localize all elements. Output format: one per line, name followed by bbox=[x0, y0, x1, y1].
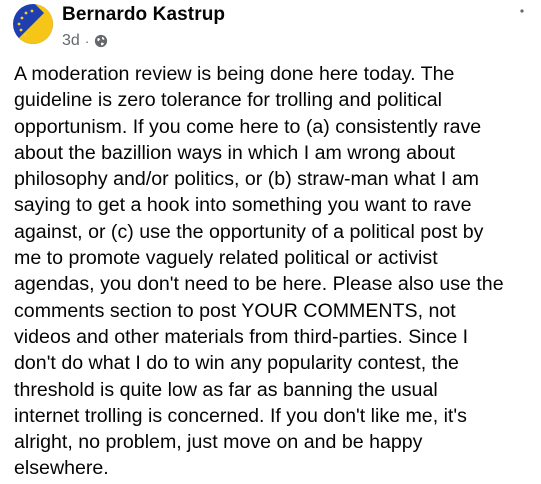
meta-separator: · bbox=[84, 33, 90, 49]
post-text-line: against, or (c) use the opportunity of a… bbox=[14, 220, 484, 243]
post-text: A moderation review is being done here t… bbox=[14, 61, 534, 482]
more-options-icon[interactable] bbox=[515, 4, 529, 18]
post-text-line: agendas, you don't need to be here. Plea… bbox=[14, 273, 504, 296]
post-text-line: threshold is quite low as far as banning… bbox=[14, 378, 438, 401]
post-timestamp[interactable]: 3d bbox=[62, 32, 80, 50]
post-text-line: videos and other materials from third-pa… bbox=[14, 325, 469, 348]
post-text-line: saying to get a hook into something you … bbox=[14, 194, 472, 217]
post-meta: 3d · bbox=[62, 32, 108, 50]
post-text-line: me to promote vaguely related political … bbox=[14, 247, 438, 270]
globe-icon bbox=[94, 34, 108, 48]
post-text-line: about the bazillion ways in which I am w… bbox=[14, 141, 456, 164]
post-text-line: opportunism. If you come here to (a) con… bbox=[14, 115, 482, 138]
post-card: Bernardo Kastrup 3d · A moderation revie… bbox=[0, 0, 541, 484]
avatar-image bbox=[13, 4, 53, 44]
avatar[interactable] bbox=[13, 4, 53, 44]
author-name[interactable]: Bernardo Kastrup bbox=[62, 4, 225, 26]
post-text-line: A moderation review is being done here t… bbox=[14, 63, 455, 85]
post-text-line: comments section to post YOUR COMMENTS, … bbox=[14, 299, 456, 322]
post-text-line: philosophy and/or politics, or (b) straw… bbox=[14, 168, 479, 191]
post-text-line: guideline is zero tolerance for trolling… bbox=[14, 89, 443, 112]
post-text-line: internet trolling is concerned. If you d… bbox=[14, 404, 467, 427]
post-text-line: alright, no problem, just move on and be… bbox=[14, 431, 423, 454]
post-text-line: elsewhere. bbox=[14, 457, 109, 480]
post-text-line: don't do what I do to win any popularity… bbox=[14, 352, 459, 375]
